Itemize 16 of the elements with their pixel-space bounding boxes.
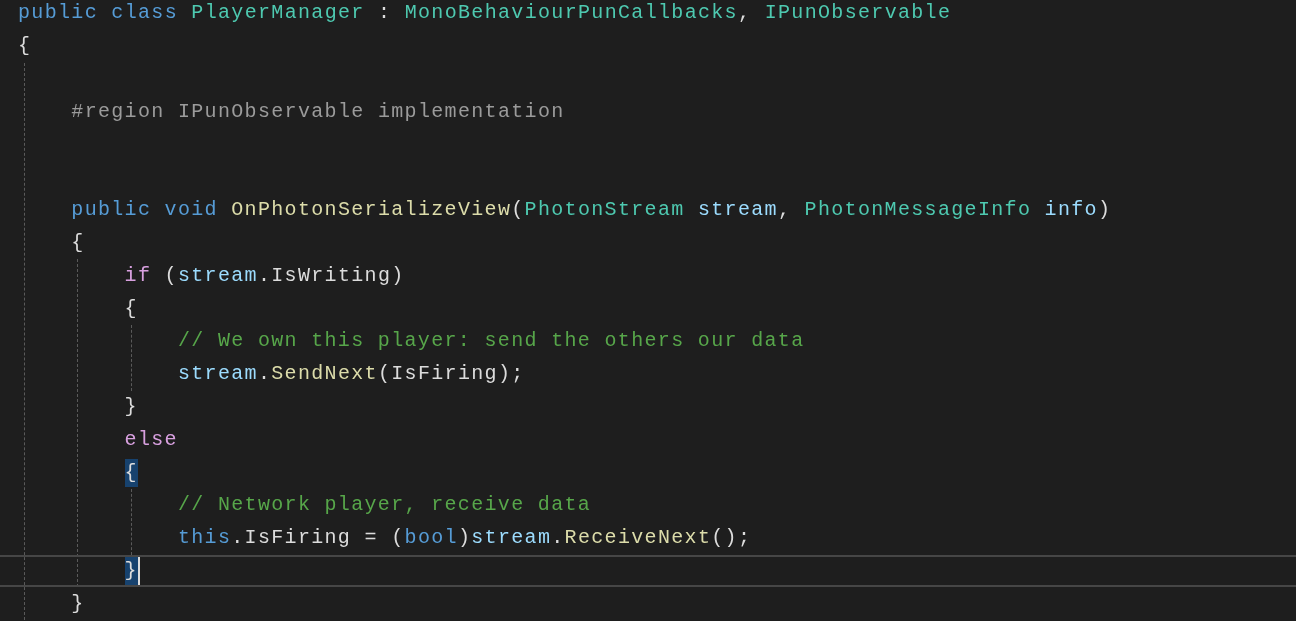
code-line: { xyxy=(124,295,138,322)
code-line: { xyxy=(18,33,32,60)
code-line: { xyxy=(71,229,85,256)
code-line: } xyxy=(124,393,138,420)
code-line: // We own this player: send the others our data xyxy=(177,328,805,355)
code-line: public class PlayerManager : MonoBehaviourPunCallbacks, IPunObservable xyxy=(18,0,952,27)
code-line: this.IsFiring = (bool)stream.ReceiveNext(); xyxy=(177,525,752,552)
code-line: else xyxy=(124,426,178,453)
code-line: // Network player, receive data xyxy=(177,492,592,519)
code-line: if (stream.IsWriting) xyxy=(124,262,405,289)
code-line: public void OnPhotonSerializeView(PhotonStream stream, PhotonMessageInfo info) xyxy=(71,197,1112,224)
code-line: #region IPunObservable implementation xyxy=(71,98,565,125)
code-editor[interactable] xyxy=(0,0,1296,618)
code-line: } xyxy=(71,590,85,617)
text-cursor xyxy=(137,556,140,585)
code-line: stream.SendNext(IsFiring); xyxy=(177,361,525,388)
